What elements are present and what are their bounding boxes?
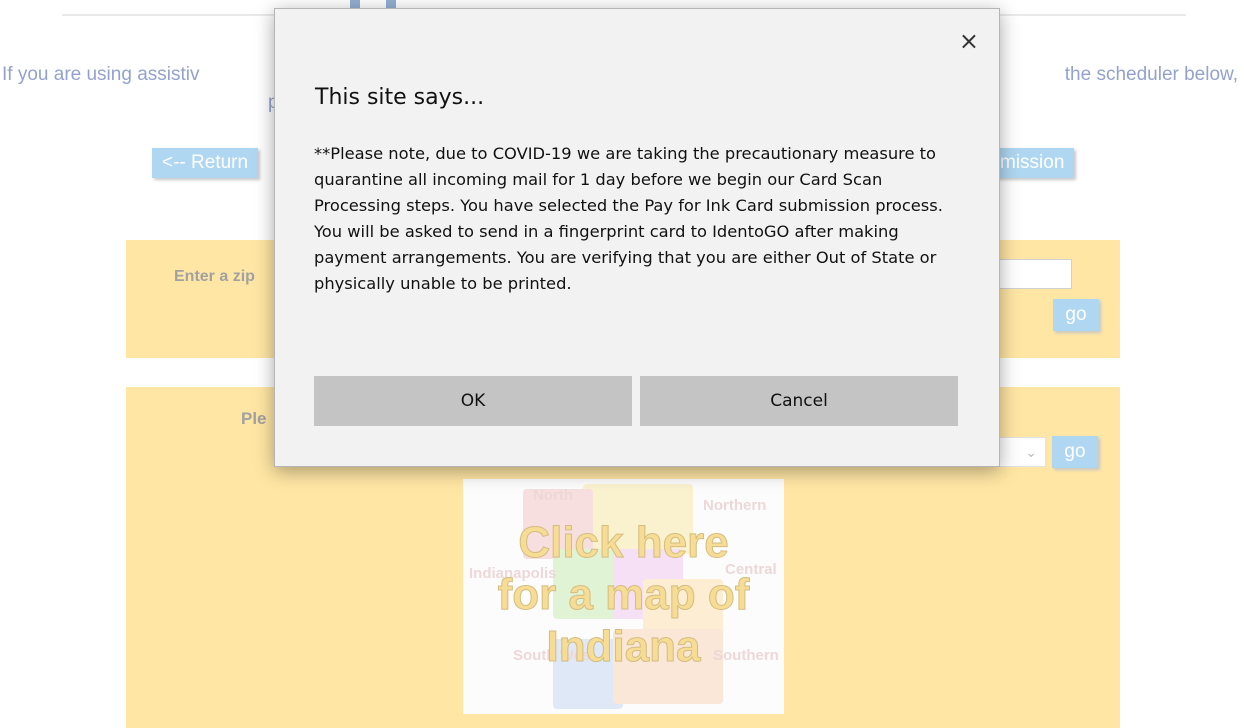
map-region-label: North	[533, 487, 573, 504]
region-go-button[interactable]: go	[1052, 436, 1098, 468]
map-caption-line1: Click here	[518, 518, 729, 568]
dialog-title: This site says...	[315, 85, 485, 110]
map-caption-line2: for a map of	[497, 570, 750, 620]
confirm-dialog: × This site says... **Please note, due t…	[274, 8, 1000, 467]
zip-input[interactable]	[994, 259, 1072, 289]
assistive-text-right: the scheduler below,	[1064, 64, 1238, 85]
zip-label: Enter a zip	[174, 268, 255, 285]
region-label: Ple	[241, 409, 267, 428]
map-caption: Click here for a map of Indiana	[463, 517, 784, 673]
map-caption-line3: Indiana	[546, 622, 701, 672]
indiana-map-link[interactable]: North Northern Indianapolis Central Sout…	[463, 479, 784, 714]
ok-button[interactable]: OK	[314, 376, 632, 426]
dialog-message: **Please note, due to COVID-19 we are ta…	[314, 144, 943, 293]
zip-go-button[interactable]: go	[1053, 299, 1099, 331]
submission-button[interactable]: mission	[990, 148, 1075, 178]
cancel-button[interactable]: Cancel	[640, 376, 958, 426]
chevron-down-icon: ⌄	[1025, 444, 1037, 460]
map-region-label: Northern	[703, 497, 767, 514]
return-button[interactable]: <-- Return	[152, 148, 259, 178]
assistive-text-left: If you are using assistiv	[2, 64, 200, 85]
close-icon[interactable]: ×	[959, 29, 979, 53]
